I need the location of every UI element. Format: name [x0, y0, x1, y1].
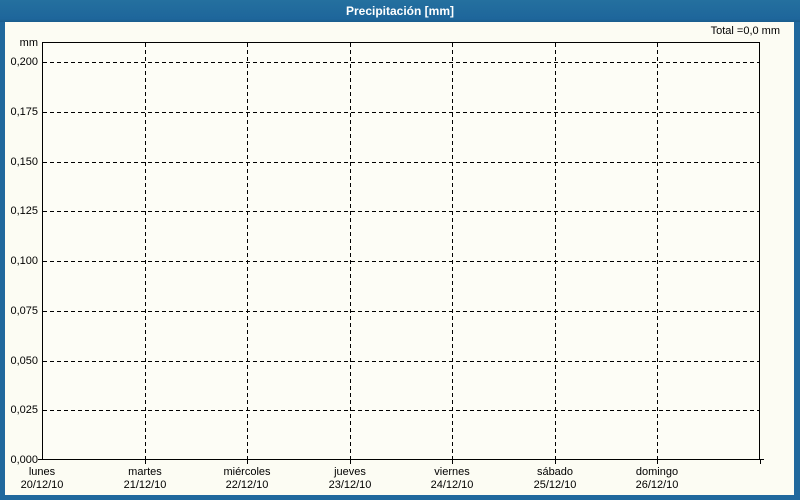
x-date-label: 23/12/10: [328, 479, 372, 491]
h-gridline: [43, 261, 759, 262]
h-gridline: [43, 62, 759, 63]
x-axis-tick: [350, 460, 351, 464]
x-date-label: 24/12/10: [430, 479, 474, 491]
v-gridline: [247, 43, 249, 459]
v-gridline: [349, 43, 351, 459]
x-axis-tick: [555, 460, 556, 464]
x-axis-tick: [145, 460, 146, 464]
x-date-label: 26/12/10: [635, 479, 679, 491]
title-bar: Precipitación [mm]: [0, 0, 800, 22]
window-title: Precipitación [mm]: [345, 4, 455, 18]
x-category-label: miércoles 22/12/10: [223, 466, 270, 492]
y-tick-label: 0,125: [10, 205, 38, 218]
x-day-label: viernes: [434, 466, 470, 478]
x-day-label: jueves: [334, 466, 366, 478]
axis-left-end-tick: [38, 459, 42, 460]
chart-content: Total =0,0 mm mm 0,200 0,175 0,150 0,125 0,1…: [5, 22, 794, 495]
chart-window: Precipitación [mm] Total =0,0 mm mm 0,20…: [0, 0, 800, 500]
h-gridline: [43, 360, 759, 362]
x-date-label: 25/12/10: [533, 479, 577, 491]
y-tick-label: 0,175: [10, 105, 38, 118]
v-gridline: [554, 43, 556, 459]
x-date-label: 22/12/10: [225, 479, 269, 491]
x-date-label: 20/12/10: [20, 479, 64, 491]
x-axis-tick: [760, 460, 761, 464]
x-axis-tick: [452, 460, 453, 464]
x-axis-tick: [657, 460, 658, 464]
x-day-label: sábado: [536, 466, 574, 478]
h-gridline: [43, 111, 759, 113]
h-gridline: [43, 410, 759, 412]
h-gridline: [43, 161, 759, 163]
x-date-label: 21/12/10: [123, 479, 167, 491]
v-gridline: [144, 43, 146, 459]
x-category-label: viernes 24/12/10: [431, 466, 474, 492]
x-day-label: miércoles: [223, 466, 271, 478]
x-category-label: lunes 20/12/10: [21, 466, 64, 492]
y-axis-unit-label: mm: [19, 37, 38, 49]
x-category-label: martes 21/12/10: [124, 466, 167, 492]
x-category-label: domingo 26/12/10: [636, 466, 679, 492]
x-category-label: sábado 25/12/10: [534, 466, 577, 492]
x-day-label: domingo: [635, 466, 679, 478]
x-day-label: lunes: [28, 466, 56, 478]
y-tick-label: 0,075: [10, 304, 38, 317]
x-category-label: jueves 23/12/10: [329, 466, 372, 492]
y-tick-label: 0,050: [10, 354, 38, 367]
y-tick-label: 0,100: [10, 255, 38, 267]
y-tick-label: 0,150: [10, 155, 38, 168]
h-gridline: [43, 211, 759, 213]
x-day-label: martes: [128, 466, 162, 478]
x-axis-tick: [247, 460, 248, 464]
v-gridline: [452, 43, 454, 459]
v-gridline: [657, 43, 659, 459]
total-label: Total =0,0 mm: [710, 25, 780, 37]
h-gridline: [43, 310, 759, 312]
y-tick-label: 0,200: [10, 56, 38, 68]
plot-area: [42, 42, 760, 460]
y-tick-label: 0,025: [10, 404, 38, 417]
